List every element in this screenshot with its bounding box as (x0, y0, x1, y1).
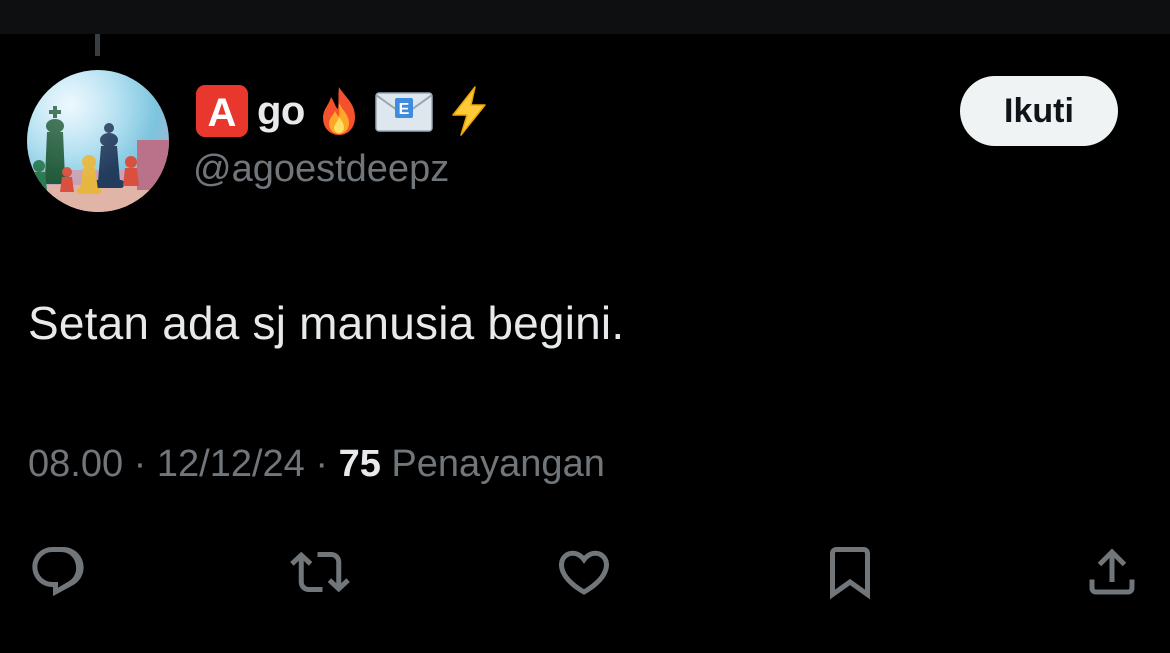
tweet-text: Setan ada sj manusia begini. (28, 297, 625, 349)
share-icon (1089, 548, 1135, 595)
top-strip (0, 0, 1170, 34)
views-label: Penayangan (391, 443, 605, 485)
avatar[interactable] (27, 70, 169, 212)
svg-text:A: A (208, 91, 237, 135)
heart-icon (558, 550, 610, 595)
lightning-emoji-icon (441, 83, 497, 139)
svg-text:E: E (399, 101, 410, 118)
tweet-time[interactable]: 08.00 (28, 443, 123, 485)
thread-connector-line (95, 34, 100, 56)
views-count: 75 (338, 443, 381, 485)
follow-button[interactable]: Ikuti (960, 76, 1118, 146)
share-button[interactable] (1080, 540, 1144, 604)
reply-button[interactable] (26, 540, 90, 604)
bookmark-icon (830, 547, 870, 600)
bookmark-button[interactable] (818, 540, 882, 604)
display-name-text: go (257, 88, 305, 133)
email-envelope-emoji-icon: E (373, 83, 435, 139)
tweet-meta: 08.00 · 12/12/24 · 75 Penayangan (28, 443, 605, 486)
tweet-date[interactable]: 12/12/24 (157, 443, 305, 485)
retweet-icon (290, 551, 350, 593)
retweet-button[interactable] (288, 540, 352, 604)
display-name[interactable]: A go E (193, 78, 497, 144)
fire-emoji-icon (311, 83, 367, 139)
meta-separator: · (315, 443, 329, 485)
letter-a-emoji-icon: A (193, 82, 251, 140)
like-button[interactable] (552, 540, 616, 604)
meta-separator: · (133, 443, 147, 485)
user-handle[interactable]: @agoestdeepz (193, 148, 449, 191)
reply-icon (32, 547, 84, 597)
